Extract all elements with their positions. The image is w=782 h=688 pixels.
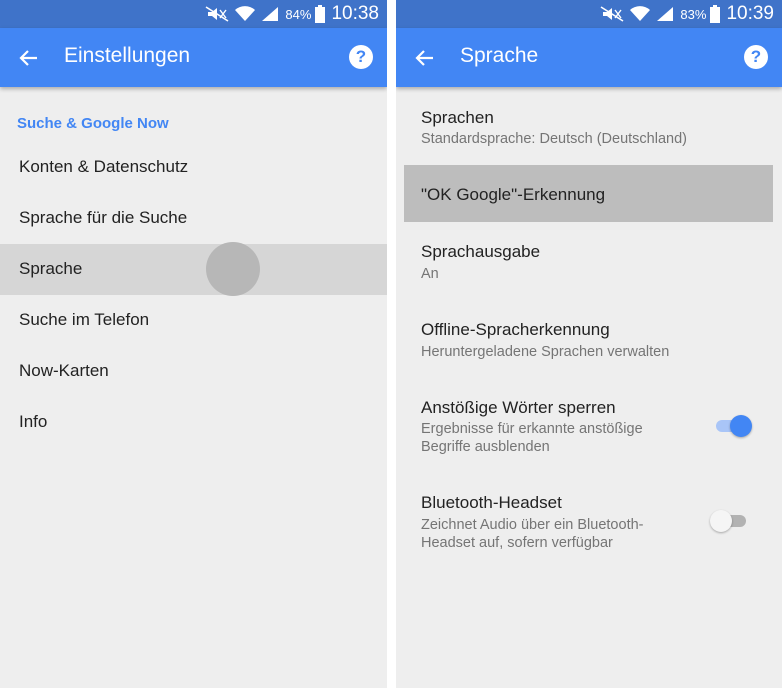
app-bar: Sprache ? [396, 28, 782, 87]
menu-item-label: Konten & Datenschutz [19, 157, 189, 176]
pref-title: Offline-Spracherkennung [421, 320, 610, 339]
menu-item-label: Info [19, 412, 48, 431]
menu-item-sprache[interactable]: Sprache [0, 242, 387, 296]
status-clock: 10:39 [726, 3, 774, 24]
pref-bluetooth-headset[interactable]: Bluetooth-Headset Zeichnet Audio über ei… [396, 482, 782, 570]
menu-item-label: Now-Karten [19, 361, 109, 380]
offensive-words-toggle[interactable] [716, 414, 752, 438]
signal-icon [261, 6, 279, 22]
back-button[interactable] [12, 41, 46, 75]
app-bar: Einstellungen ? [0, 28, 387, 87]
touch-ripple [206, 242, 260, 296]
help-button[interactable]: ? [349, 45, 373, 69]
battery-icon [710, 5, 721, 23]
pref-summary: Zeichnet Audio über ein Bluetooth-Headse… [421, 517, 644, 551]
page-title: Sprache [460, 44, 539, 67]
back-button[interactable] [408, 41, 442, 75]
status-bar: 83% 10:39 [396, 0, 782, 28]
language-screen: 83% 10:39 Sprache ? Sprachen Standardspr… [396, 0, 782, 688]
pref-title: Bluetooth-Headset [421, 493, 562, 512]
pref-sprachausgabe[interactable]: Sprachausgabe An [396, 230, 782, 300]
pref-summary: Heruntergeladene Sprachen verwalten [421, 344, 670, 360]
pref-ok-google-erkennung[interactable]: "OK Google"-Erkennung [404, 165, 773, 222]
pref-title: Sprachausgabe [421, 242, 541, 261]
menu-item-label: Sprache für die Suche [19, 208, 188, 227]
section-header: Suche & Google Now [17, 115, 169, 132]
help-button[interactable]: ? [744, 45, 768, 69]
arrow-back-icon [19, 50, 37, 66]
wifi-icon [235, 6, 256, 22]
menu-item-konten-datenschutz[interactable]: Konten & Datenschutz [0, 142, 387, 193]
menu-item-label: Suche im Telefon [19, 310, 150, 329]
status-bar: 84% 10:38 [0, 0, 387, 28]
mute-icon [600, 6, 624, 22]
battery-icon [315, 5, 326, 23]
pref-offline-spracherkennung[interactable]: Offline-Spracherkennung Heruntergeladene… [396, 308, 782, 378]
menu-item-sprache-fuer-suche[interactable]: Sprache für die Suche [0, 193, 387, 244]
pref-summary: Ergebnisse für erkannte anstößige Begrif… [421, 421, 643, 455]
pref-title: Sprachen [421, 108, 494, 127]
page-title: Einstellungen [64, 44, 191, 67]
battery-percentage: 84% [285, 6, 312, 22]
pref-sprachen[interactable]: Sprachen Standardsprache: Deutsch (Deuts… [396, 96, 782, 162]
menu-item-info[interactable]: Info [0, 397, 387, 448]
pref-summary: Standardsprache: Deutsch (Deutschland) [421, 131, 687, 147]
help-circle-icon: ? [750, 47, 762, 66]
battery-percentage: 83% [680, 6, 707, 22]
signal-icon [656, 6, 674, 22]
status-clock: 10:38 [331, 3, 379, 24]
help-circle-icon: ? [355, 47, 367, 66]
arrow-back-icon [415, 50, 433, 66]
menu-item-label: Sprache [19, 259, 83, 278]
menu-item-now-karten[interactable]: Now-Karten [0, 346, 387, 397]
pref-title: Anstößige Wörter sperren [421, 398, 616, 417]
mute-icon [205, 6, 229, 22]
pref-title: "OK Google"-Erkennung [421, 185, 606, 204]
wifi-icon [630, 6, 651, 22]
pref-anstoessige-woerter[interactable]: Anstößige Wörter sperren Ergebnisse für … [396, 386, 782, 474]
menu-item-suche-im-telefon[interactable]: Suche im Telefon [0, 295, 387, 346]
settings-screen: 84% 10:38 Einstellungen ? Suche & Google… [0, 0, 387, 688]
bluetooth-headset-toggle[interactable] [710, 509, 746, 533]
pref-summary: An [421, 266, 439, 282]
